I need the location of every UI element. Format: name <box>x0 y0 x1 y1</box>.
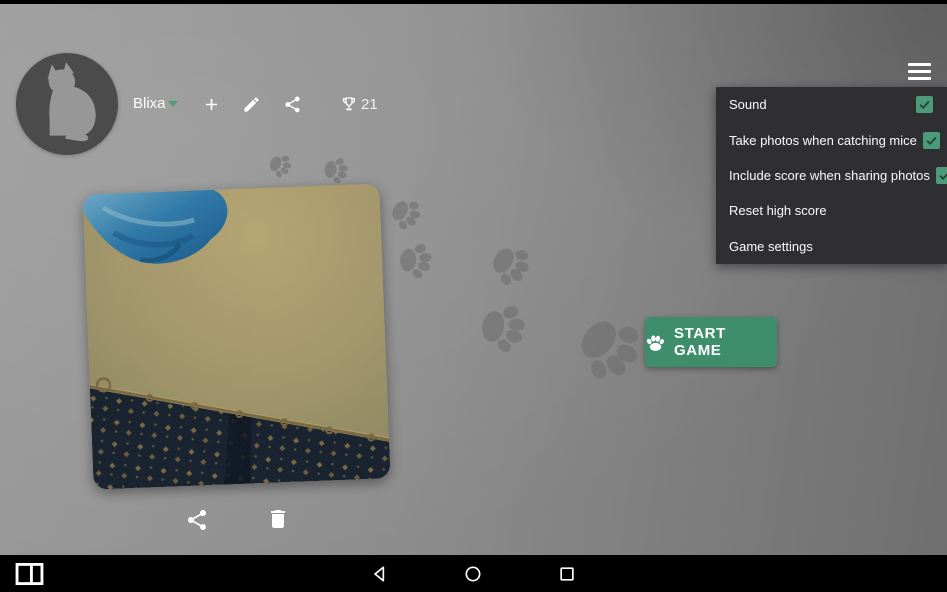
menu-item-sound[interactable]: Sound <box>716 87 947 122</box>
split-screen-icon <box>15 562 44 585</box>
delete-photo-button[interactable] <box>264 505 292 533</box>
paw-icon <box>645 332 666 353</box>
start-game-label: START GAME <box>674 325 777 359</box>
paw-print-icon <box>472 293 539 364</box>
options-menu: Sound Take photos when catching mice Inc… <box>716 87 947 264</box>
share-icon <box>185 508 209 532</box>
checkbox-checked-icon[interactable] <box>916 96 933 113</box>
pencil-icon <box>242 95 261 114</box>
profile-name[interactable]: Blixa <box>133 95 166 112</box>
share-photo-button[interactable] <box>183 506 211 534</box>
start-game-button[interactable]: START GAME <box>645 317 777 367</box>
menu-item-label: Take photos when catching mice <box>729 133 917 148</box>
trash-icon <box>266 507 290 531</box>
menu-item-label: Include score when sharing photos <box>729 168 930 183</box>
home-button[interactable] <box>463 564 483 584</box>
menu-item-game-settings[interactable]: Game settings <box>716 229 947 264</box>
plus-icon <box>202 95 221 114</box>
split-screen-button[interactable] <box>15 562 44 585</box>
menu-item-label: Reset high score <box>729 203 827 218</box>
share-profile-button[interactable] <box>280 92 304 116</box>
paw-print-icon <box>381 188 432 241</box>
high-score-display: 21 <box>340 92 378 116</box>
menu-item-include-score[interactable]: Include score when sharing photos <box>716 158 947 193</box>
edit-profile-button[interactable] <box>239 92 263 116</box>
paw-print-icon <box>394 236 441 286</box>
chevron-down-icon[interactable] <box>168 101 178 107</box>
paw-print-icon <box>478 231 546 301</box>
recents-square-icon <box>557 564 577 584</box>
share-icon <box>283 95 302 114</box>
back-button[interactable] <box>370 564 390 584</box>
add-profile-button[interactable] <box>199 92 223 116</box>
trophy-icon <box>340 95 358 113</box>
app-screen: Blixa 21 Sound <box>0 0 947 592</box>
high-score-value: 21 <box>361 96 378 113</box>
android-navbar <box>0 555 947 592</box>
menu-button[interactable] <box>908 63 931 80</box>
hamburger-icon <box>908 63 931 66</box>
cat-silhouette-icon <box>16 53 118 155</box>
checkbox-checked-icon[interactable] <box>923 132 940 149</box>
back-triangle-icon <box>370 564 390 584</box>
menu-item-take-photos[interactable]: Take photos when catching mice <box>716 122 947 157</box>
menu-item-label: Game settings <box>729 239 813 254</box>
recents-button[interactable] <box>557 564 577 584</box>
home-circle-icon <box>463 564 483 584</box>
profile-avatar[interactable] <box>16 53 118 155</box>
menu-item-reset-high-score[interactable]: Reset high score <box>716 193 947 228</box>
menu-item-label: Sound <box>729 97 767 112</box>
paw-print-icon <box>262 147 299 185</box>
cat-photo-image <box>82 183 390 489</box>
status-bar <box>0 0 947 4</box>
cat-photo-thumbnail[interactable] <box>82 183 390 489</box>
checkbox-checked-icon[interactable] <box>936 167 947 184</box>
